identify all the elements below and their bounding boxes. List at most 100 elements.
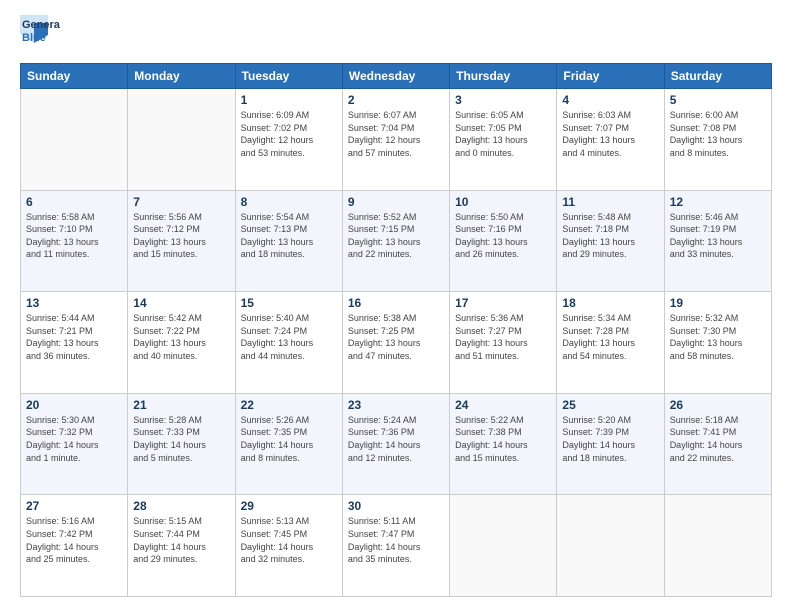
calendar-cell: 19 Sunrise: 5:32 AM Sunset: 7:30 PM Dayli…	[664, 292, 771, 394]
day-info: Sunrise: 5:20 AM Sunset: 7:39 PM Dayligh…	[562, 414, 658, 464]
day-number: 13	[26, 296, 122, 310]
calendar-cell: 25Sunrise: 5:20 AM Sunset: 7:39 PM Dayli…	[557, 393, 664, 495]
day-number: 8	[241, 195, 337, 209]
calendar-cell: 13 Sunrise: 5:44 AM Sunset: 7:21 PM Dayli…	[21, 292, 128, 394]
day-number: 7	[133, 195, 229, 209]
day-info: Sunrise: 5:56 AM Sunset: 7:12 PM Dayligh…	[133, 211, 229, 261]
week-row-3: 13 Sunrise: 5:44 AM Sunset: 7:21 PM Dayli…	[21, 292, 772, 394]
day-number: 19	[670, 296, 766, 310]
day-info: Sunrise: 5:42 AM Sunset: 7:22 PM Dayligh…	[133, 312, 229, 362]
day-info: Sunrise: 5:54 AM Sunset: 7:13 PM Dayligh…	[241, 211, 337, 261]
calendar-cell: 16 Sunrise: 5:38 AM Sunset: 7:25 PM Dayli…	[342, 292, 449, 394]
day-number: 11	[562, 195, 658, 209]
day-number: 16	[348, 296, 444, 310]
day-info: Sunrise: 6:07 AM Sunset: 7:04 PM Dayligh…	[348, 109, 444, 159]
day-number: 21	[133, 398, 229, 412]
logo: GeneralBlue	[20, 15, 60, 53]
day-number: 1	[241, 93, 337, 107]
day-number: 27	[26, 499, 122, 513]
day-info: Sunrise: 5:50 AM Sunset: 7:16 PM Dayligh…	[455, 211, 551, 261]
calendar-cell: 10Sunrise: 5:50 AM Sunset: 7:16 PM Dayli…	[450, 190, 557, 292]
day-number: 5	[670, 93, 766, 107]
header-friday: Friday	[557, 64, 664, 89]
week-row-4: 20 Sunrise: 5:30 AM Sunset: 7:32 PM Dayli…	[21, 393, 772, 495]
day-number: 4	[562, 93, 658, 107]
day-info: Sunrise: 6:09 AM Sunset: 7:02 PM Dayligh…	[241, 109, 337, 159]
day-number: 20	[26, 398, 122, 412]
calendar-cell: 22 Sunrise: 5:26 AM Sunset: 7:35 PM Dayli…	[235, 393, 342, 495]
day-info: Sunrise: 5:11 AM Sunset: 7:47 PM Dayligh…	[348, 515, 444, 565]
day-number: 30	[348, 499, 444, 513]
calendar-cell: 8 Sunrise: 5:54 AM Sunset: 7:13 PM Daylig…	[235, 190, 342, 292]
day-info: Sunrise: 5:36 AM Sunset: 7:27 PM Dayligh…	[455, 312, 551, 362]
calendar-cell: 21 Sunrise: 5:28 AM Sunset: 7:33 PM Dayli…	[128, 393, 235, 495]
day-info: Sunrise: 5:46 AM Sunset: 7:19 PM Dayligh…	[670, 211, 766, 261]
calendar-cell: 5 Sunrise: 6:00 AM Sunset: 7:08 PM Daylig…	[664, 89, 771, 191]
calendar-cell: 30 Sunrise: 5:11 AM Sunset: 7:47 PM Dayli…	[342, 495, 449, 597]
header-tuesday: Tuesday	[235, 64, 342, 89]
day-number: 14	[133, 296, 229, 310]
day-info: Sunrise: 5:30 AM Sunset: 7:32 PM Dayligh…	[26, 414, 122, 464]
day-number: 3	[455, 93, 551, 107]
calendar-cell: 23 Sunrise: 5:24 AM Sunset: 7:36 PM Dayli…	[342, 393, 449, 495]
logo-svg-icon: GeneralBlue	[20, 15, 60, 53]
svg-text:Blue: Blue	[22, 32, 46, 44]
calendar-cell: 3 Sunrise: 6:05 AM Sunset: 7:05 PM Daylig…	[450, 89, 557, 191]
week-row-5: 27Sunrise: 5:16 AM Sunset: 7:42 PM Dayli…	[21, 495, 772, 597]
day-info: Sunrise: 5:48 AM Sunset: 7:18 PM Dayligh…	[562, 211, 658, 261]
day-number: 23	[348, 398, 444, 412]
day-number: 12	[670, 195, 766, 209]
day-number: 2	[348, 93, 444, 107]
calendar-cell: 11 Sunrise: 5:48 AM Sunset: 7:18 PM Dayli…	[557, 190, 664, 292]
day-number: 24	[455, 398, 551, 412]
calendar-cell: 9Sunrise: 5:52 AM Sunset: 7:15 PM Daylig…	[342, 190, 449, 292]
day-number: 18	[562, 296, 658, 310]
day-info: Sunrise: 5:24 AM Sunset: 7:36 PM Dayligh…	[348, 414, 444, 464]
calendar-cell: 15 Sunrise: 5:40 AM Sunset: 7:24 PM Dayli…	[235, 292, 342, 394]
calendar-cell: 26 Sunrise: 5:18 AM Sunset: 7:41 PM Dayli…	[664, 393, 771, 495]
day-number: 15	[241, 296, 337, 310]
calendar-cell: 28 Sunrise: 5:15 AM Sunset: 7:44 PM Dayli…	[128, 495, 235, 597]
calendar-cell: 27Sunrise: 5:16 AM Sunset: 7:42 PM Dayli…	[21, 495, 128, 597]
day-info: Sunrise: 5:18 AM Sunset: 7:41 PM Dayligh…	[670, 414, 766, 464]
calendar-cell: 7 Sunrise: 5:56 AM Sunset: 7:12 PM Daylig…	[128, 190, 235, 292]
day-number: 6	[26, 195, 122, 209]
day-info: Sunrise: 5:34 AM Sunset: 7:28 PM Dayligh…	[562, 312, 658, 362]
calendar-cell: 12 Sunrise: 5:46 AM Sunset: 7:19 PM Dayli…	[664, 190, 771, 292]
calendar-table: SundayMondayTuesdayWednesdayThursdayFrid…	[20, 63, 772, 597]
calendar-cell: 20 Sunrise: 5:30 AM Sunset: 7:32 PM Dayli…	[21, 393, 128, 495]
day-info: Sunrise: 6:05 AM Sunset: 7:05 PM Dayligh…	[455, 109, 551, 159]
day-number: 26	[670, 398, 766, 412]
week-row-1: 1 Sunrise: 6:09 AM Sunset: 7:02 PM Daylig…	[21, 89, 772, 191]
day-number: 28	[133, 499, 229, 513]
day-info: Sunrise: 5:44 AM Sunset: 7:21 PM Dayligh…	[26, 312, 122, 362]
calendar-cell	[557, 495, 664, 597]
calendar-cell: 29Sunrise: 5:13 AM Sunset: 7:45 PM Dayli…	[235, 495, 342, 597]
day-info: Sunrise: 5:15 AM Sunset: 7:44 PM Dayligh…	[133, 515, 229, 565]
header-thursday: Thursday	[450, 64, 557, 89]
day-info: Sunrise: 6:03 AM Sunset: 7:07 PM Dayligh…	[562, 109, 658, 159]
day-info: Sunrise: 6:00 AM Sunset: 7:08 PM Dayligh…	[670, 109, 766, 159]
day-info: Sunrise: 5:32 AM Sunset: 7:30 PM Dayligh…	[670, 312, 766, 362]
day-info: Sunrise: 5:26 AM Sunset: 7:35 PM Dayligh…	[241, 414, 337, 464]
calendar-cell	[21, 89, 128, 191]
day-info: Sunrise: 5:38 AM Sunset: 7:25 PM Dayligh…	[348, 312, 444, 362]
day-info: Sunrise: 5:13 AM Sunset: 7:45 PM Dayligh…	[241, 515, 337, 565]
day-info: Sunrise: 5:28 AM Sunset: 7:33 PM Dayligh…	[133, 414, 229, 464]
day-info: Sunrise: 5:22 AM Sunset: 7:38 PM Dayligh…	[455, 414, 551, 464]
week-row-2: 6Sunrise: 5:58 AM Sunset: 7:10 PM Daylig…	[21, 190, 772, 292]
day-number: 22	[241, 398, 337, 412]
calendar-cell	[450, 495, 557, 597]
calendar-cell: 1 Sunrise: 6:09 AM Sunset: 7:02 PM Daylig…	[235, 89, 342, 191]
header-monday: Monday	[128, 64, 235, 89]
calendar-cell: 14 Sunrise: 5:42 AM Sunset: 7:22 PM Dayli…	[128, 292, 235, 394]
calendar-header-row: SundayMondayTuesdayWednesdayThursdayFrid…	[21, 64, 772, 89]
svg-text:General: General	[22, 19, 60, 31]
calendar-cell: 2 Sunrise: 6:07 AM Sunset: 7:04 PM Daylig…	[342, 89, 449, 191]
day-info: Sunrise: 5:40 AM Sunset: 7:24 PM Dayligh…	[241, 312, 337, 362]
calendar-cell: 17 Sunrise: 5:36 AM Sunset: 7:27 PM Dayli…	[450, 292, 557, 394]
header-wednesday: Wednesday	[342, 64, 449, 89]
day-number: 17	[455, 296, 551, 310]
header: GeneralBlue	[20, 15, 772, 53]
calendar-cell: 6Sunrise: 5:58 AM Sunset: 7:10 PM Daylig…	[21, 190, 128, 292]
